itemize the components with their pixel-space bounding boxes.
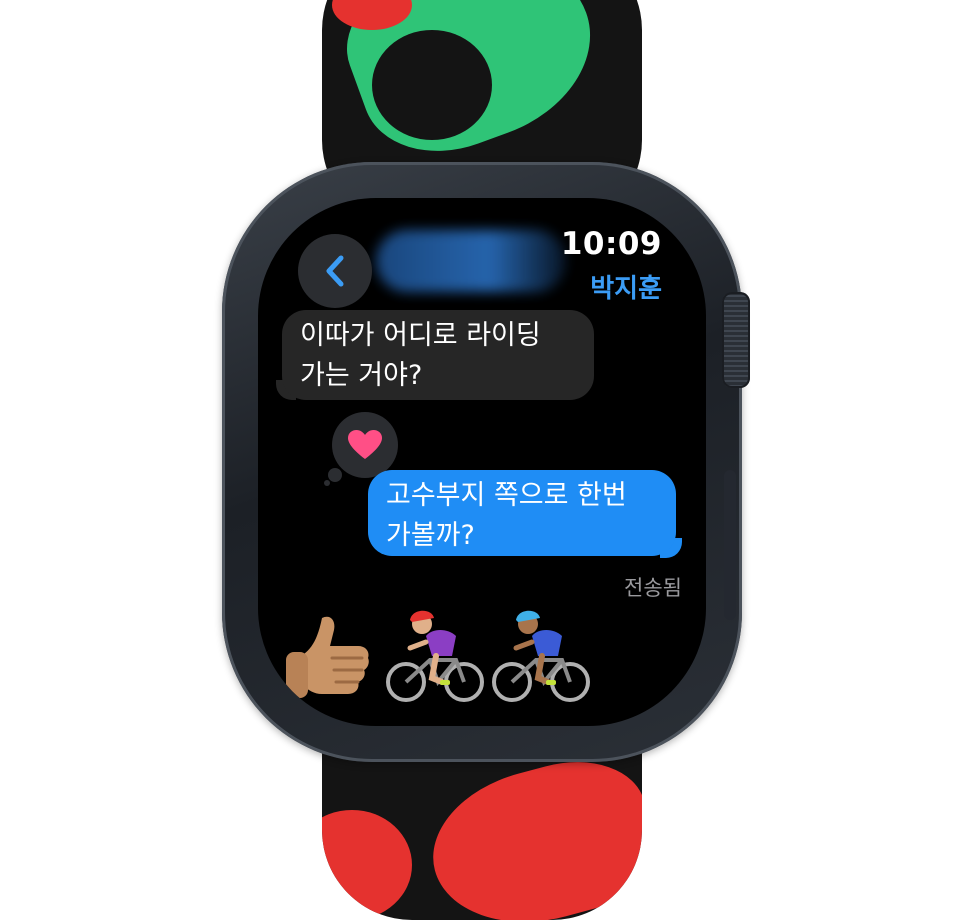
chevron-left-icon	[326, 255, 344, 287]
back-button[interactable]	[298, 234, 372, 308]
incoming-message-line2: 가는 거야?	[300, 360, 423, 391]
outgoing-message-line1: 고수부지 쪽으로 한번	[386, 480, 627, 511]
delivery-status: 전송됨	[624, 576, 682, 600]
digital-crown[interactable]	[722, 292, 750, 388]
band-pattern-red-lower-left	[322, 810, 412, 920]
clock-time: 10:09	[560, 226, 662, 262]
tapback-dot	[328, 468, 342, 482]
side-button[interactable]	[724, 470, 736, 620]
incoming-message-bubble[interactable]: 이따가 어디로 라이딩 가는 거야?	[282, 310, 594, 400]
outgoing-message-bubble[interactable]: 고수부지 쪽으로 한번 가볼까?	[368, 470, 676, 556]
man-biking-icon[interactable]	[492, 602, 592, 710]
heart-icon	[348, 430, 382, 459]
tapback-dot-small	[324, 480, 330, 486]
outgoing-message-line2: 가볼까?	[386, 520, 475, 551]
watch-screen: 10:09 박지훈 이따가 어디로 라이딩 가는 거야? 고수부지 쪽으로 한번…	[258, 198, 706, 726]
band-pattern-dark	[372, 30, 492, 140]
thumbs-up-icon[interactable]	[282, 608, 378, 708]
tapback-reaction[interactable]	[332, 412, 398, 478]
header-blur-glow	[376, 230, 566, 292]
incoming-message-line1: 이따가 어디로 라이딩	[300, 320, 541, 351]
contact-name[interactable]: 박지훈	[590, 268, 662, 305]
band-pattern-red-lower	[416, 744, 642, 920]
woman-biking-icon[interactable]	[386, 602, 486, 710]
